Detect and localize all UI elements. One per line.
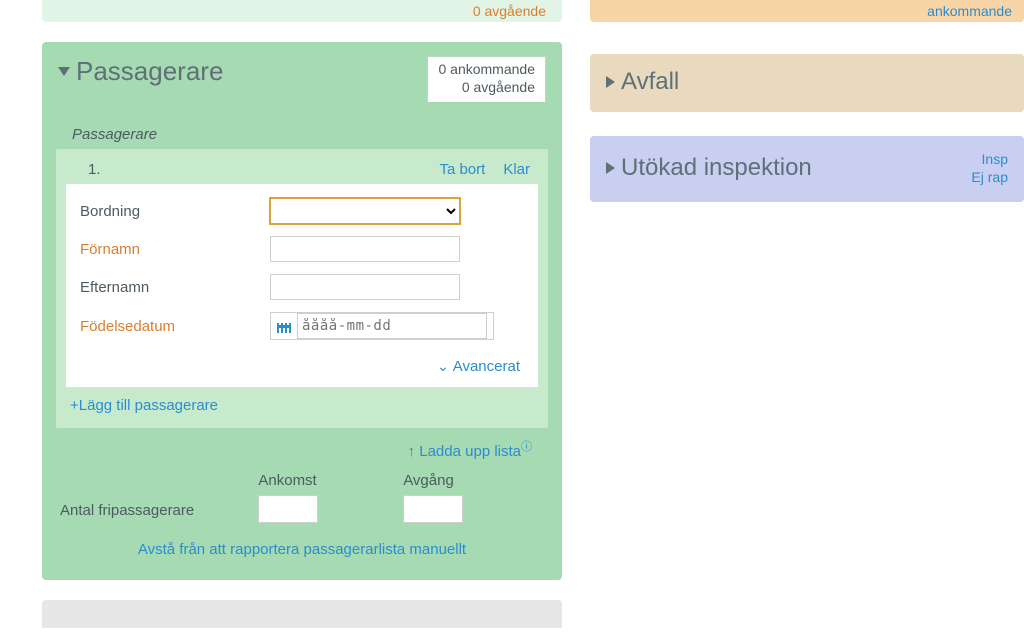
help-icon[interactable]: ⓘ	[521, 438, 532, 454]
dob-label: Födelsedatum	[80, 318, 270, 335]
firstname-label: Förnamn	[80, 241, 270, 258]
right-previous-sliver: ankommande	[590, 0, 1024, 22]
dob-field[interactable]	[270, 312, 494, 340]
free-arrival-input[interactable]	[258, 495, 318, 523]
free-passengers-row: Antal fripassagerare Ankomst Avgång	[56, 468, 548, 529]
opt-out-link[interactable]: Avstå från att rapportera passagerarlist…	[138, 541, 466, 558]
caret-right-icon	[606, 162, 615, 174]
boarding-label: Bordning	[80, 203, 270, 220]
upload-list-label: Ladda upp lista	[419, 443, 521, 460]
free-passengers-label: Antal fripassagerare	[60, 502, 194, 519]
remove-passenger-link[interactable]: Ta bort	[439, 161, 485, 178]
add-passenger-label: Lägg till passagerare	[79, 397, 218, 414]
avfall-panel-header[interactable]: Avfall	[590, 54, 1024, 112]
free-departure-input[interactable]	[403, 495, 463, 523]
caret-down-icon	[58, 67, 70, 76]
inspection-panel-header[interactable]: Utökad inspektion Insp Ej rap	[590, 136, 1024, 202]
passenger-number: 1.	[88, 161, 101, 178]
badge-arriving: 0 ankommande	[438, 61, 535, 79]
passenger-form: Bordning Förnamn Efternamn Födel	[66, 184, 538, 387]
departure-label: Avgång	[403, 472, 548, 489]
inspection-line2: Ej rap	[971, 168, 1008, 186]
plus-icon: +	[70, 397, 79, 414]
arrival-label: Ankomst	[258, 472, 403, 489]
done-passenger-link[interactable]: Klar	[503, 161, 530, 178]
badge-departing: 0 avgående	[438, 79, 535, 97]
upload-list-link[interactable]: ↑ Ladda upp listaⓘ	[408, 443, 532, 460]
right-previous-link[interactable]: ankommande	[927, 0, 1012, 22]
upload-icon: ↑	[408, 443, 416, 460]
caret-right-icon	[606, 76, 615, 88]
inspection-status: Insp Ej rap	[971, 150, 1008, 186]
previous-panel-sliver: 0 avgående	[42, 0, 562, 22]
passengers-title: Passagerare	[76, 56, 223, 87]
passengers-count-badge: 0 ankommande 0 avgående	[427, 56, 546, 102]
advanced-toggle[interactable]: Avancerat	[453, 358, 520, 375]
calendar-icon	[277, 319, 291, 333]
previous-panel-departing: 0 avgående	[473, 0, 546, 22]
add-passenger-link[interactable]: +Lägg till passagerare	[70, 397, 218, 414]
passenger-list: 1. Ta bort Klar Bordning Förnamn	[56, 149, 548, 428]
dob-input[interactable]	[297, 313, 487, 339]
inspection-line1: Insp	[971, 150, 1008, 168]
inspection-title: Utökad inspektion	[621, 154, 812, 182]
passenger-item-header: 1. Ta bort Klar	[66, 157, 538, 184]
chevron-down-icon: ⌄	[437, 358, 449, 375]
firstname-input[interactable]	[270, 236, 460, 262]
passengers-subheading: Passagerare	[72, 126, 544, 143]
avfall-title: Avfall	[621, 68, 679, 96]
passengers-panel: Passagerare 0 ankommande 0 avgående Pass…	[42, 42, 562, 580]
boarding-select[interactable]	[270, 198, 460, 224]
lastname-input[interactable]	[270, 274, 460, 300]
lastname-label: Efternamn	[80, 279, 270, 296]
next-panel-sliver	[42, 600, 562, 628]
passengers-panel-header[interactable]: Passagerare 0 ankommande 0 avgående	[42, 42, 562, 112]
